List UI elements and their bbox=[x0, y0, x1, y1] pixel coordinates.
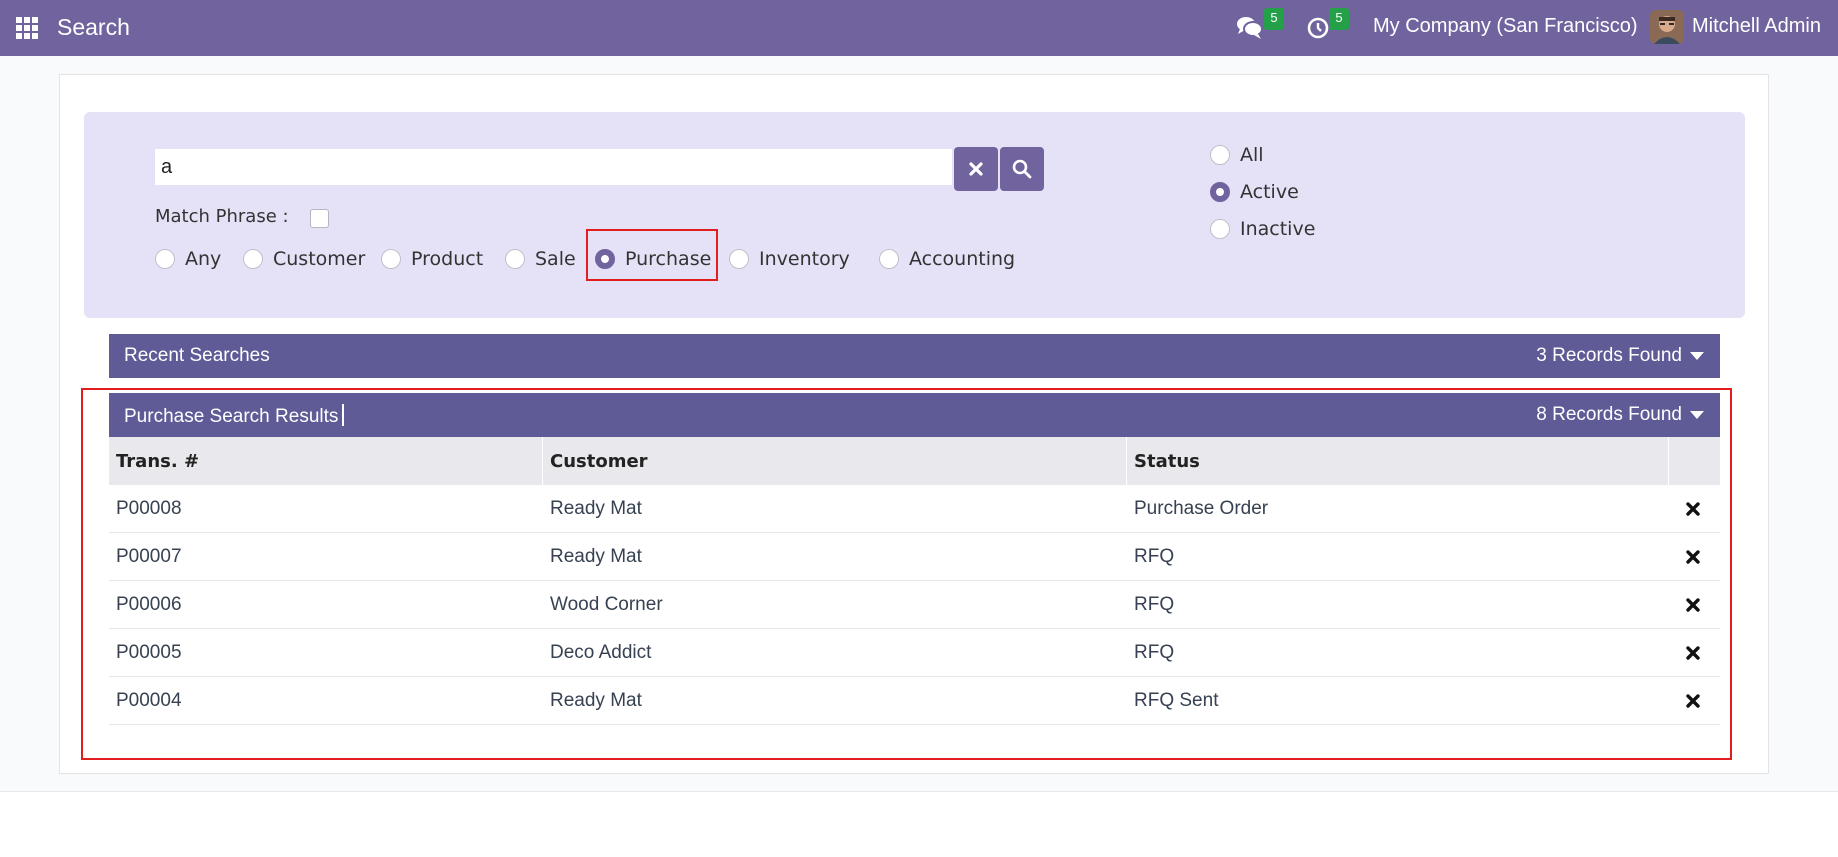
user-avatar[interactable] bbox=[1650, 10, 1684, 44]
clear-search-button[interactable] bbox=[954, 147, 998, 191]
type-label-customer: Customer bbox=[273, 248, 366, 270]
cell-customer: Deco Addict bbox=[550, 642, 652, 663]
caret-down-icon bbox=[1690, 411, 1704, 419]
radio-all[interactable] bbox=[1210, 145, 1230, 165]
column-customer[interactable]: Customer bbox=[550, 451, 648, 472]
recent-searches-header[interactable]: Recent Searches 3 Records Found bbox=[109, 334, 1720, 378]
column-trans[interactable]: Trans. # bbox=[116, 451, 199, 472]
column-divider bbox=[1668, 437, 1669, 485]
top-navbar: Search 5 5 My Company (San Francisco) Mi… bbox=[0, 0, 1838, 56]
radio-any[interactable] bbox=[155, 249, 175, 269]
type-option-customer[interactable]: Customer bbox=[243, 246, 365, 272]
cell-status: Purchase Order bbox=[1134, 498, 1269, 519]
cell-customer: Ready Mat bbox=[550, 498, 642, 519]
activities-count-badge: 5 bbox=[1329, 8, 1349, 30]
radio-sale[interactable] bbox=[505, 249, 525, 269]
table-row[interactable]: P00004 Ready Mat RFQ Sent bbox=[109, 677, 1720, 725]
results-toggle[interactable]: 8 Records Found bbox=[1536, 404, 1704, 426]
radio-customer[interactable] bbox=[243, 249, 263, 269]
type-label-accounting: Accounting bbox=[909, 248, 1016, 270]
cell-trans[interactable]: P00008 bbox=[116, 498, 182, 520]
delete-row-icon[interactable] bbox=[1683, 595, 1703, 615]
company-switcher[interactable]: My Company (San Francisco) bbox=[1373, 15, 1638, 38]
avatar-icon bbox=[1650, 10, 1684, 44]
cell-trans[interactable]: P00005 bbox=[116, 642, 182, 664]
chat-icon bbox=[1237, 17, 1263, 39]
type-label-product: Product bbox=[411, 248, 484, 270]
cell-trans[interactable]: P00007 bbox=[116, 546, 182, 568]
results-header[interactable]: Purchase Search Results 8 Records Found bbox=[109, 393, 1720, 437]
type-option-any[interactable]: Any bbox=[155, 246, 221, 272]
type-option-product[interactable]: Product bbox=[381, 246, 483, 272]
cell-customer: Ready Mat bbox=[550, 546, 642, 567]
status-label-all: All bbox=[1240, 144, 1264, 166]
status-label-active: Active bbox=[1240, 181, 1299, 203]
status-option-inactive[interactable]: Inactive bbox=[1210, 216, 1315, 242]
cell-trans[interactable]: P00006 bbox=[116, 594, 182, 616]
radio-active[interactable] bbox=[1210, 182, 1230, 202]
caret-down-icon bbox=[1690, 352, 1704, 360]
table-row[interactable]: P00005 Deco Addict RFQ bbox=[109, 629, 1720, 677]
status-option-active[interactable]: Active bbox=[1210, 179, 1299, 205]
search-icon bbox=[1012, 159, 1032, 179]
status-label-inactive: Inactive bbox=[1240, 218, 1316, 240]
radio-accounting[interactable] bbox=[879, 249, 899, 269]
search-button[interactable] bbox=[1000, 147, 1044, 191]
type-option-accounting[interactable]: Accounting bbox=[879, 246, 1015, 272]
radio-product[interactable] bbox=[381, 249, 401, 269]
cell-customer: Ready Mat bbox=[550, 690, 642, 711]
type-option-inventory[interactable]: Inventory bbox=[729, 246, 850, 272]
column-divider bbox=[542, 437, 543, 485]
match-phrase-checkbox[interactable] bbox=[310, 209, 329, 228]
column-divider bbox=[1126, 437, 1127, 485]
purchase-highlight-box bbox=[586, 229, 718, 281]
text-cursor bbox=[342, 404, 345, 426]
delete-row-icon[interactable] bbox=[1683, 643, 1703, 663]
cell-status: RFQ bbox=[1134, 546, 1175, 567]
type-label-sale: Sale bbox=[535, 248, 576, 270]
type-label-any: Any bbox=[185, 248, 222, 270]
recent-count-label: 3 Records Found bbox=[1536, 345, 1682, 366]
cell-status: RFQ bbox=[1134, 642, 1175, 663]
search-input[interactable] bbox=[155, 149, 952, 185]
type-label-inventory: Inventory bbox=[759, 248, 850, 270]
messages-button[interactable] bbox=[1236, 14, 1266, 44]
match-phrase-label: Match Phrase : bbox=[155, 206, 289, 227]
table-row[interactable]: P00008 Ready Mat Purchase Order bbox=[109, 485, 1720, 533]
times-icon bbox=[969, 162, 983, 176]
apps-grid-icon[interactable] bbox=[16, 17, 38, 39]
table-row[interactable]: P00006 Wood Corner RFQ bbox=[109, 581, 1720, 629]
results-table-header: Trans. # Customer Status bbox=[109, 437, 1720, 485]
delete-row-icon[interactable] bbox=[1683, 547, 1703, 567]
delete-row-icon[interactable] bbox=[1683, 691, 1703, 711]
radio-inventory[interactable] bbox=[729, 249, 749, 269]
recent-searches-toggle[interactable]: 3 Records Found bbox=[1536, 345, 1704, 367]
messages-count-badge: 5 bbox=[1264, 8, 1284, 30]
radio-inactive[interactable] bbox=[1210, 219, 1230, 239]
user-menu[interactable]: Mitchell Admin bbox=[1692, 15, 1821, 38]
search-panel: Match Phrase : Any Customer Product Sale bbox=[84, 112, 1745, 318]
results-title-wrap: Purchase Search Results bbox=[124, 404, 345, 428]
recent-searches-title: Recent Searches bbox=[124, 345, 270, 366]
status-option-all[interactable]: All bbox=[1210, 142, 1264, 168]
results-count-label: 8 Records Found bbox=[1536, 404, 1682, 425]
content-area: Match Phrase : Any Customer Product Sale bbox=[0, 56, 1838, 792]
search-sheet: Match Phrase : Any Customer Product Sale bbox=[59, 74, 1769, 774]
results-title: Purchase Search Results bbox=[124, 406, 339, 427]
app-title[interactable]: Search bbox=[57, 14, 130, 41]
table-row[interactable]: P00007 Ready Mat RFQ bbox=[109, 533, 1720, 581]
delete-row-icon[interactable] bbox=[1683, 499, 1703, 519]
cell-trans[interactable]: P00004 bbox=[116, 690, 182, 712]
type-option-sale[interactable]: Sale bbox=[505, 246, 576, 272]
cell-customer: Wood Corner bbox=[550, 594, 663, 615]
cell-status: RFQ bbox=[1134, 594, 1175, 615]
column-status[interactable]: Status bbox=[1134, 451, 1200, 472]
cell-status: RFQ Sent bbox=[1134, 690, 1219, 711]
